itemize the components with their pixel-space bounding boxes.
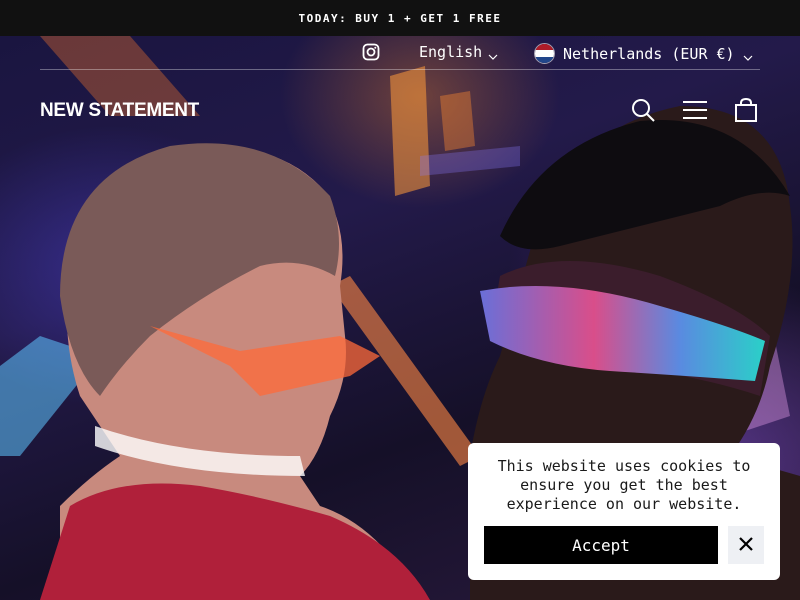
close-cookie-button[interactable] [728,526,764,564]
language-selector[interactable]: English [419,43,498,61]
cookie-banner: This website uses cookies to ensure you … [468,443,780,580]
utility-bar: English Netherlands (EUR €) [40,36,760,70]
language-label: English [419,43,483,61]
cart-icon[interactable] [733,97,759,123]
search-icon[interactable] [630,97,656,123]
announcement-bar: TODAY: BUY 1 + GET 1 FREE [0,0,800,36]
menu-icon[interactable] [682,97,708,123]
site-logo[interactable]: NEW STATEMENT [40,100,199,122]
announcement-text: TODAY: BUY 1 + GET 1 FREE [298,11,502,25]
cookie-message: This website uses cookies to ensure you … [497,457,751,513]
instagram-icon[interactable] [362,43,380,61]
netherlands-flag-icon [534,43,555,64]
country-selector[interactable]: Netherlands (EUR €) [534,43,753,64]
accept-cookies-button[interactable]: Accept [484,526,718,564]
chevron-down-icon [743,49,753,61]
chevron-down-icon [488,48,498,60]
country-label: Netherlands (EUR €) [563,44,735,63]
close-icon [738,536,754,555]
